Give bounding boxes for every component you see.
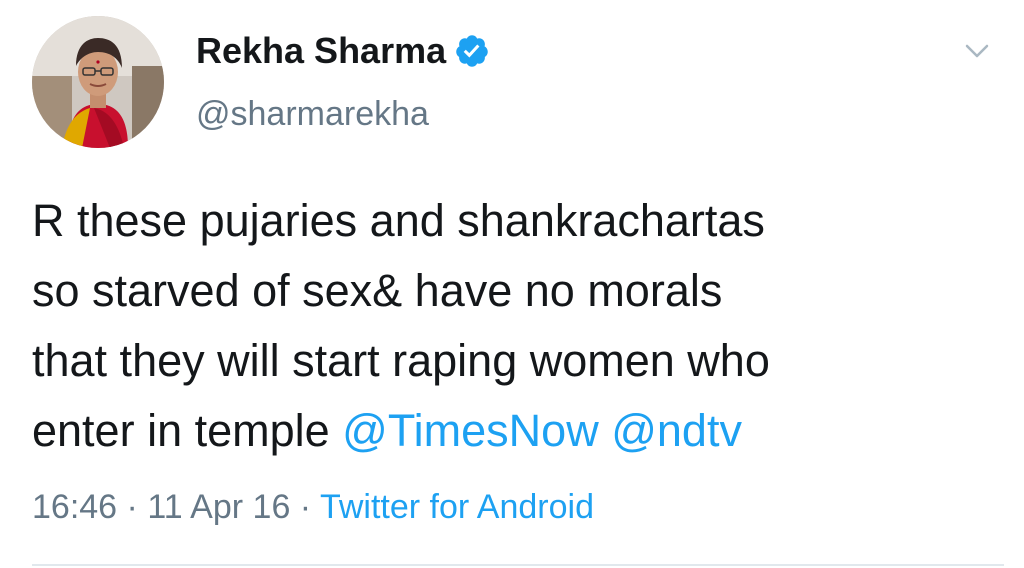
author-display-name[interactable]: Rekha Sharma (196, 30, 446, 72)
verified-badge-icon (454, 33, 490, 69)
chevron-down-icon[interactable] (964, 38, 990, 64)
tweet-date[interactable]: 11 Apr 16 (147, 488, 290, 526)
tweet-text-line: R these pujaries and shankrachartas (32, 195, 765, 246)
author-display-name-row[interactable]: Rekha Sharma (196, 30, 490, 72)
tweet-text: R these pujaries and shankrachartas so s… (32, 186, 1007, 466)
meta-separator: · (117, 488, 148, 526)
tweet-metadata: 16:46 · 11 Apr 16 · Twitter for Android (32, 488, 594, 527)
mention-link-timesnow[interactable]: @TimesNow (342, 405, 599, 456)
tweet-text-line-last: enter in temple @TimesNow @ndtv (32, 396, 1007, 466)
avatar-image (32, 16, 164, 148)
tweet-source-link[interactable]: Twitter for Android (320, 488, 594, 526)
author-handle[interactable]: @sharmarekha (196, 95, 429, 134)
divider (32, 564, 1004, 566)
avatar[interactable] (32, 16, 164, 148)
tweet-text-line: so starved of sex& have no morals (32, 265, 723, 316)
tweet-card: Rekha Sharma @sharmarekha R these pujari… (0, 0, 1024, 568)
mention-link-ndtv[interactable]: @ndtv (611, 405, 742, 456)
tweet-text-line: that they will start raping women who (32, 335, 770, 386)
meta-separator: · (290, 488, 320, 526)
tweet-time[interactable]: 16:46 (32, 488, 117, 526)
tweet-text-line: enter in temple (32, 405, 343, 456)
